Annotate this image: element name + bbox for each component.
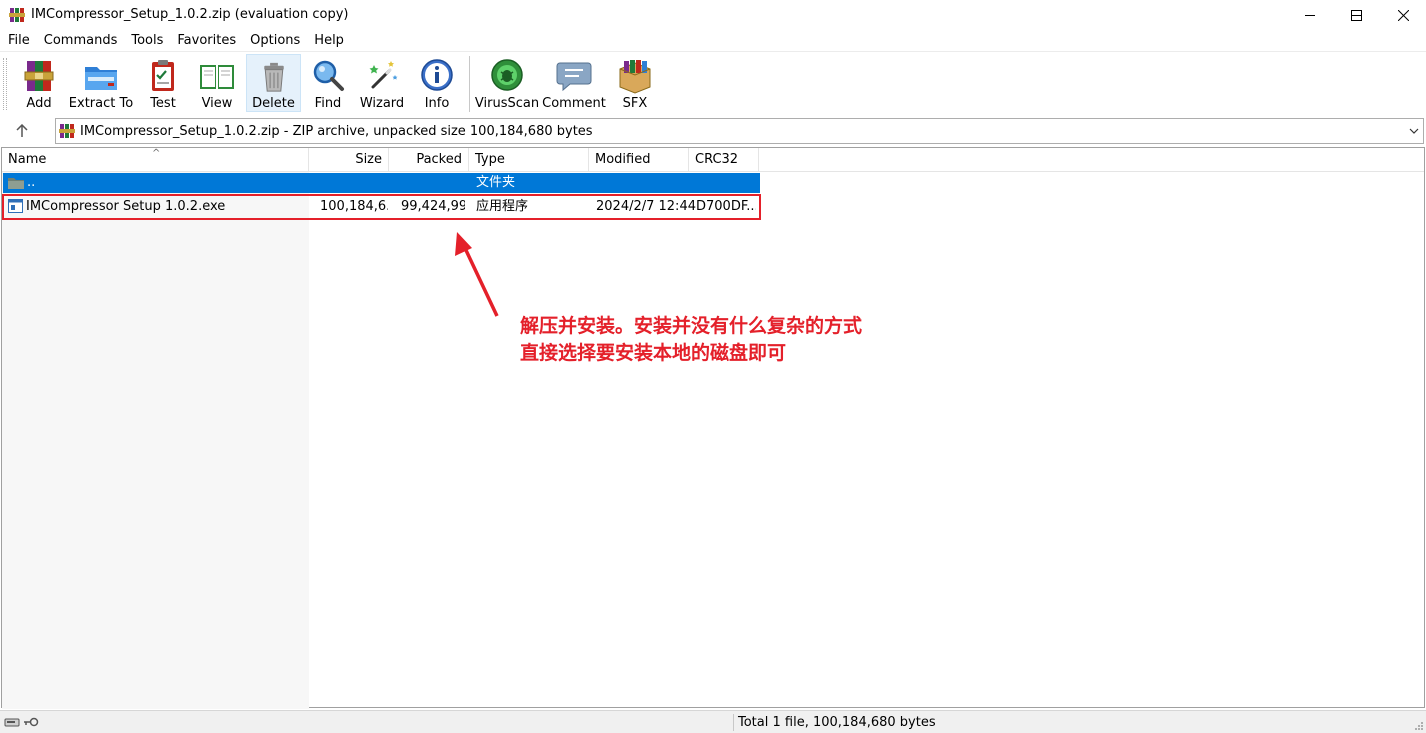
column-packed[interactable]: Packed — [389, 148, 469, 172]
extract-folder-icon — [85, 67, 117, 90]
row-name: IMCompressor Setup 1.0.2.exe — [26, 199, 226, 214]
comment-button[interactable]: Comment — [542, 54, 606, 112]
table-row-parent-folder[interactable]: .. 文件夹 — [3, 173, 760, 193]
row-crc32: D700DF... — [696, 199, 756, 214]
row-type: 应用程序 — [476, 199, 529, 214]
magnifier-icon — [313, 60, 344, 91]
winrar-app-icon — [9, 8, 25, 22]
add-button[interactable]: Add — [16, 54, 62, 112]
annotation-text: 解压并安装。安装并没有什么复杂的方式 直接选择要安装本地的磁盘即可 — [520, 313, 862, 367]
test-label: Test — [150, 96, 176, 111]
virusscan-label: VirusScan — [474, 96, 540, 111]
menu-bar: File Commands Tools Favorites Options He… — [0, 31, 1426, 51]
arrow-up-icon — [16, 124, 28, 137]
address-bar[interactable]: IMCompressor_Setup_1.0.2.zip - ZIP archi… — [55, 118, 1424, 144]
up-one-level-button[interactable] — [13, 121, 31, 141]
info-icon — [421, 59, 453, 91]
menu-favorites[interactable]: Favorites — [170, 31, 243, 51]
column-header: Name ^ Size Packed Type Modified CRC32 — [2, 148, 1424, 172]
sort-ascending-icon: ^ — [152, 148, 161, 159]
column-type-label: Type — [475, 152, 505, 167]
extract-to-label: Extract To — [68, 96, 134, 111]
delete-label: Delete — [252, 96, 295, 111]
column-crc32-label: CRC32 — [695, 152, 739, 167]
row-size: 100,184,6... — [320, 199, 388, 214]
maximize-icon — [1350, 10, 1362, 21]
title-bar: IMCompressor_Setup_1.0.2.zip (evaluation… — [0, 0, 1426, 31]
row-packed: 99,424,992 — [401, 199, 465, 214]
status-bar: Total 1 file, 100,184,680 bytes — [0, 710, 1426, 733]
test-button[interactable]: Test — [142, 54, 184, 112]
column-name[interactable]: Name ^ — [2, 148, 309, 172]
address-row: IMCompressor_Setup_1.0.2.zip - ZIP archi… — [0, 117, 1426, 145]
address-text: IMCompressor_Setup_1.0.2.zip - ZIP archi… — [80, 124, 593, 139]
menu-commands[interactable]: Commands — [37, 31, 125, 51]
column-crc32[interactable]: CRC32 — [689, 148, 759, 172]
maximize-button[interactable] — [1333, 0, 1379, 31]
annotation-line-1: 解压并安装。安装并没有什么复杂的方式 — [520, 315, 863, 337]
column-size-label: Size — [355, 152, 382, 167]
menu-tools[interactable]: Tools — [124, 31, 170, 51]
row-name: .. — [27, 175, 36, 190]
drive-icon[interactable] — [4, 715, 20, 729]
toolbar-separator — [469, 56, 470, 112]
comment-label: Comment — [542, 96, 606, 111]
find-button[interactable]: Find — [307, 54, 349, 112]
table-row-setup-exe[interactable]: IMCompressor Setup 1.0.2.exe 100,184,6..… — [2, 194, 761, 220]
status-separator — [733, 714, 734, 731]
sfx-label: SFX — [622, 96, 648, 111]
view-book-icon — [200, 65, 234, 89]
add-label: Add — [26, 96, 52, 111]
toolbar: Add Extract To Test View Delete Find Wiz… — [0, 51, 1426, 117]
comment-bubble-icon — [556, 62, 592, 92]
wizard-button[interactable]: Wizard — [358, 54, 406, 112]
extract-to-button[interactable]: Extract To — [68, 54, 134, 112]
trash-icon — [263, 62, 284, 92]
resize-grip-icon[interactable] — [1414, 721, 1424, 731]
row-modified: 2024/2/7 12:44 — [596, 199, 696, 214]
info-button[interactable]: Info — [417, 54, 457, 112]
menu-options[interactable]: Options — [243, 31, 307, 51]
add-archive-icon — [24, 61, 54, 91]
status-text: Total 1 file, 100,184,680 bytes — [738, 715, 936, 730]
folder-icon — [8, 178, 24, 189]
find-label: Find — [314, 96, 342, 111]
column-modified-label: Modified — [595, 152, 651, 167]
sfx-box-icon — [619, 60, 651, 94]
annotation-line-2: 直接选择要安装本地的磁盘即可 — [520, 342, 787, 364]
menu-file[interactable]: File — [0, 31, 37, 51]
column-packed-label: Packed — [416, 152, 462, 167]
view-label: View — [201, 96, 233, 111]
row-type: 文件夹 — [476, 175, 516, 190]
status-icons — [4, 715, 39, 729]
chevron-down-icon[interactable] — [1409, 127, 1419, 135]
toolbar-grip — [3, 58, 7, 110]
exe-file-icon — [8, 199, 23, 213]
minimize-icon — [1304, 15, 1315, 16]
column-size[interactable]: Size — [309, 148, 389, 172]
column-type[interactable]: Type — [469, 148, 589, 172]
minimize-button-2[interactable] — [1287, 0, 1333, 31]
magic-wand-icon — [369, 61, 398, 89]
info-label: Info — [424, 96, 450, 111]
file-list: Name ^ Size Packed Type Modified CRC32 .… — [1, 147, 1425, 709]
close-icon — [1397, 10, 1409, 21]
close-button[interactable] — [1380, 0, 1426, 31]
key-icon[interactable] — [23, 715, 39, 729]
column-modified[interactable]: Modified — [589, 148, 689, 172]
list-left-pane — [2, 172, 309, 709]
column-name-label: Name — [8, 152, 47, 167]
virus-scan-icon — [491, 59, 523, 91]
test-clipboard-icon — [152, 60, 174, 91]
wizard-label: Wizard — [359, 96, 405, 111]
zip-archive-icon — [59, 124, 75, 138]
menu-help[interactable]: Help — [307, 31, 351, 51]
sfx-button[interactable]: SFX — [614, 54, 656, 112]
window-title: IMCompressor_Setup_1.0.2.zip (evaluation… — [31, 7, 349, 22]
view-button[interactable]: View — [194, 54, 240, 112]
virusscan-button[interactable]: VirusScan — [474, 54, 540, 112]
delete-button[interactable]: Delete — [246, 54, 301, 112]
